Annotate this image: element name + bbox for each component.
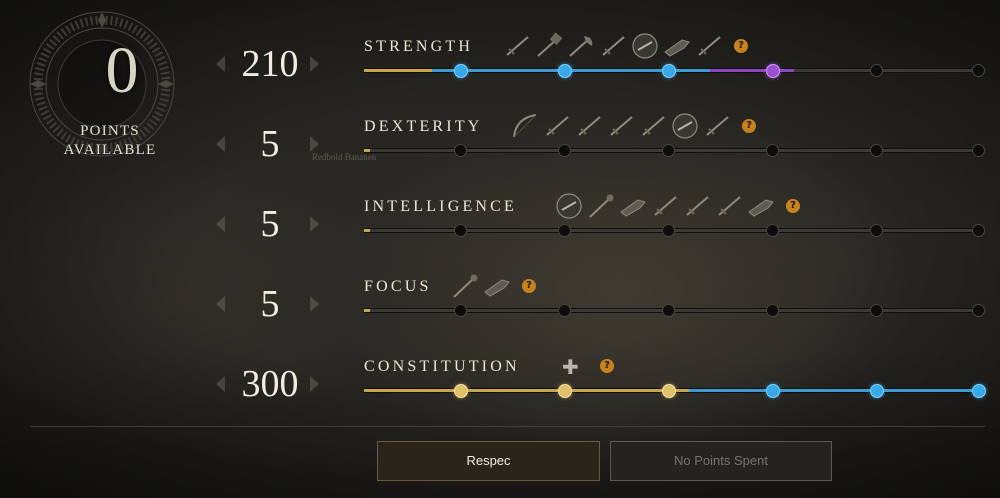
milestone-node-1[interactable] [454, 384, 468, 398]
milestone-node-6[interactable] [972, 224, 985, 237]
shield-icon [670, 112, 700, 140]
milestone-node-3[interactable] [662, 304, 675, 317]
milestone-node-4[interactable] [766, 304, 779, 317]
plus-icon: ✚ [562, 355, 579, 379]
hatchet-icon [598, 32, 628, 60]
milestone-node-2[interactable] [558, 64, 572, 78]
sword-icon [638, 112, 668, 140]
attribute-base-fill [364, 69, 432, 72]
milestone-node-5[interactable] [870, 384, 884, 398]
attribute-progress-track [364, 224, 985, 237]
attribute-row-focus: 5 FOCUS? [0, 274, 1000, 350]
attribute-tier-fill [689, 389, 978, 392]
milestone-node-2[interactable] [558, 304, 571, 317]
attribute-row-intelligence: 5 INTELLIGENCE? [0, 193, 1000, 270]
milestone-node-3[interactable] [662, 144, 675, 157]
milestone-node-1[interactable] [454, 64, 468, 78]
milestone-node-6[interactable] [972, 144, 985, 157]
milestone-node-2[interactable] [558, 144, 571, 157]
war-hammer-icon [534, 32, 564, 60]
life-staff-icon [450, 272, 480, 300]
milestone-node-5[interactable] [870, 64, 883, 77]
attribute-progress-track [364, 144, 985, 157]
attribute-base-fill [364, 309, 370, 312]
attribute-value: 5 [260, 123, 280, 165]
musket-icon [574, 112, 604, 140]
ice-gauntlet-icon [482, 272, 512, 300]
attribute-value: 300 [241, 363, 299, 405]
milestone-node-3[interactable] [662, 64, 676, 78]
attribute-value: 210 [241, 43, 299, 85]
attribute-progress-track [364, 384, 986, 398]
spear-icon [694, 32, 724, 60]
musket-icon [714, 192, 744, 220]
help-icon[interactable]: ? [734, 39, 748, 53]
help-icon[interactable]: ? [522, 279, 536, 293]
help-icon[interactable]: ? [600, 359, 614, 373]
attribute-name: FOCUS [364, 278, 432, 295]
milestone-node-6[interactable] [972, 304, 985, 317]
milestone-node-4[interactable] [766, 384, 780, 398]
attribute-name: CONSTITUTION [364, 358, 520, 375]
attribute-base-fill [364, 229, 370, 232]
bow-icon [510, 112, 540, 140]
shield-icon [630, 32, 660, 60]
spear-icon [606, 112, 636, 140]
attribute-progress-track [364, 304, 985, 317]
milestone-node-5[interactable] [870, 304, 883, 317]
attribute-name: STRENGTH [364, 38, 474, 55]
spear-icon [682, 192, 712, 220]
attribute-row-constitution: 300 CONSTITUTION ✚? [0, 355, 1000, 430]
attribute-name: DEXTERITY [364, 118, 483, 135]
milestone-node-1[interactable] [454, 144, 467, 157]
milestone-node-6[interactable] [972, 64, 985, 77]
attribute-progress-track [364, 64, 985, 78]
milestone-node-5[interactable] [870, 144, 883, 157]
attribute-row-strength: 210 STRENGTH? [0, 32, 1000, 110]
gauntlet-icon [554, 192, 584, 220]
milestone-node-4[interactable] [766, 144, 779, 157]
sword-icon [502, 32, 532, 60]
milestone-node-6[interactable] [972, 384, 986, 398]
attribute-base-fill [364, 389, 689, 392]
milestone-node-5[interactable] [870, 224, 883, 237]
no-points-spent-button[interactable]: No Points Spent [610, 441, 832, 481]
fire-staff-icon [586, 192, 616, 220]
void-gauntlet-icon [746, 192, 776, 220]
milestone-node-1[interactable] [454, 304, 467, 317]
milestone-node-1[interactable] [454, 224, 467, 237]
help-icon[interactable]: ? [786, 199, 800, 213]
help-icon[interactable]: ? [742, 119, 756, 133]
blunderbuss-icon [618, 192, 648, 220]
bottom-divider [30, 426, 985, 427]
milestone-node-4[interactable] [766, 224, 779, 237]
milestone-node-4[interactable] [766, 64, 780, 78]
great-axe-icon [566, 32, 596, 60]
attribute-bonus-fill [710, 69, 794, 72]
attribute-value: 5 [260, 283, 280, 325]
attribute-row-dexterity: 5 DEXTERITY? [0, 113, 1000, 190]
milestone-node-3[interactable] [662, 224, 675, 237]
blunderbuss-icon [662, 32, 692, 60]
milestone-node-2[interactable] [558, 224, 571, 237]
milestone-node-3[interactable] [662, 384, 676, 398]
hatchet-icon [702, 112, 732, 140]
milestone-node-2[interactable] [558, 384, 572, 398]
attribute-base-fill [364, 149, 370, 152]
rapier-icon [542, 112, 572, 140]
respec-button[interactable]: Respec [377, 441, 600, 481]
attribute-value: 5 [260, 203, 280, 245]
rapier-icon [650, 192, 680, 220]
attribute-name: INTELLIGENCE [364, 198, 518, 215]
